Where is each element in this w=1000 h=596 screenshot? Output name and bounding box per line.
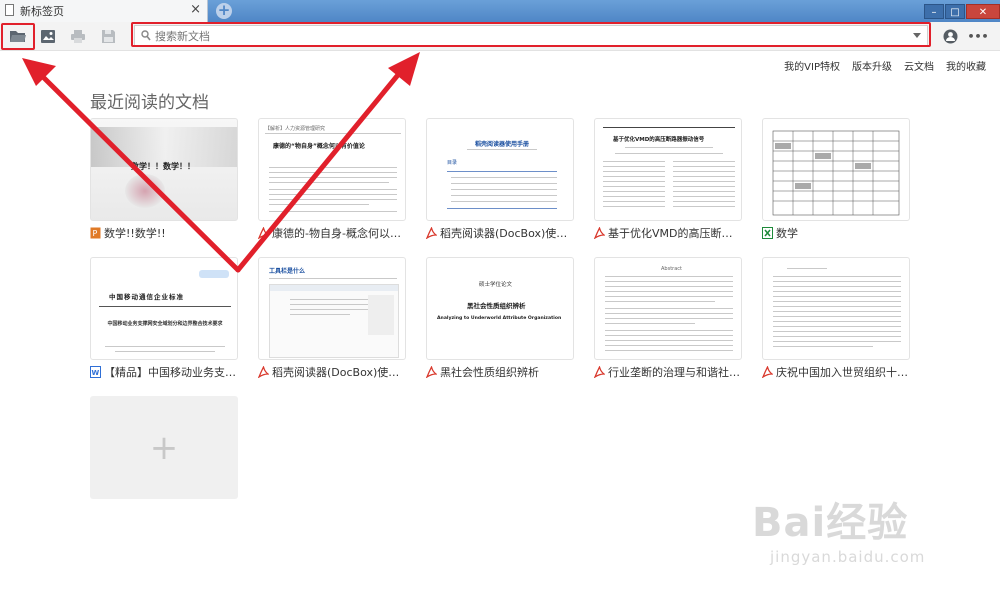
doc-card[interactable]: Abstract 行业垄断的治理与和谐社会的... [594,257,742,380]
save-button[interactable] [96,25,120,47]
link-vip[interactable]: 我的VIP特权 [784,62,840,73]
thumb-subtitle: 中国移动业务支撑网安全域划分和边界整合技术要求 [107,321,223,327]
china-mobile-logo [199,270,229,278]
thumb-header: Abstract [661,266,682,272]
doc-file-icon: W [90,366,101,378]
pdf-file-icon [426,365,438,379]
link-upgrade[interactable]: 版本升级 [852,62,892,73]
tab-close-icon[interactable]: × [190,2,201,17]
image-button[interactable] [36,25,60,47]
thumb-subtitle: 目录 [447,160,458,166]
doc-card[interactable]: 稻壳阅读器使用手册 目录 稻壳阅读器(DocBox)使用手... [426,118,574,241]
pdf-file-icon [426,226,438,240]
thumb-title: 康德的“物自身”概念何以有价值论 [273,143,365,150]
doc-card[interactable]: 基于优化VMD的高压断路器振动信号 基于优化VMD的高压断路器... [594,118,742,241]
thumb-header: 【解析】人力资源管理研究 [265,126,326,132]
account-button[interactable] [938,25,962,47]
section-title: 最近阅读的文档 [90,93,209,113]
pdf-file-icon [762,365,774,379]
user-icon [943,29,957,43]
doc-thumbnail[interactable]: 【解析】人力资源管理研究 康德的“物自身”概念何以有价值论 [258,118,406,221]
thumb-english-title: Analyzing to Underworld Attribute Organi… [437,316,562,321]
link-cloud-docs[interactable]: 云文档 [904,62,934,73]
doc-card[interactable]: 庆祝中国加入世贸组织十周年... [762,257,910,380]
watermark-url: jingyan.baidu.com [770,548,926,566]
svg-text:W: W [92,369,100,377]
pdf-file-icon [258,226,270,240]
doc-thumbnail[interactable] [762,257,910,360]
annotation-box-open [1,23,35,50]
doc-card[interactable]: 中国移动通信企业标准 中国移动业务支撑网安全域划分和边界整合技术要求 W 【精品… [90,257,238,380]
image-icon [41,29,55,43]
doc-thumbnail[interactable]: 数学！！数学！！ [90,118,238,221]
thumb-title: 数学！！数学！！ [131,162,195,171]
window-close-button[interactable]: ✕ [966,4,1000,19]
watermark-brand: Bai经验 [752,500,909,546]
doc-caption: 稻壳阅读器(DocBox)使用手... [426,225,574,241]
screenshot-preview [269,284,399,358]
doc-thumbnail[interactable]: 基于优化VMD的高压断路器振动信号 [594,118,742,221]
floppy-disk-icon [101,29,115,43]
doc-caption: 数学 [762,225,910,241]
link-favorites[interactable]: 我的收藏 [946,62,986,73]
spreadsheet-preview [772,130,900,216]
doc-caption: W 【精品】中国移动业务支撑网... [90,366,238,379]
thumb-title: 基于优化VMD的高压断路器振动信号 [613,137,705,143]
doc-card[interactable]: 【解析】人力资源管理研究 康德的“物自身”概念何以有价值论 康德的-物自身-概念… [258,118,406,241]
baidu-jingyan-watermark: Bai经验 jingyan.baidu.com [752,490,982,580]
title-bar: 新标签页 × + – □ ✕ [0,0,1000,22]
pdf-file-icon [594,365,606,379]
doc-thumbnail[interactable]: 硕士学位论文 黑社会性质组织辨析 Analyzing to Underworld… [426,257,574,360]
doc-caption: 庆祝中国加入世贸组织十周年... [762,364,910,380]
doc-card[interactable]: 工具栏是什么 稻壳阅读器(DocBox)使用手... [258,257,406,380]
thumb-title: 工具栏是什么 [269,268,306,275]
arrowhead-open [22,58,56,86]
new-tab-button[interactable]: + [216,3,232,19]
doc-thumbnail[interactable]: 稻壳阅读器使用手册 目录 [426,118,574,221]
printer-icon [71,29,85,43]
pdf-file-icon [258,365,270,379]
annotation-box-search [131,22,931,47]
page-icon [5,4,14,16]
doc-thumbnail[interactable] [762,118,910,221]
thumb-title: 中国移动通信企业标准 [109,293,184,301]
doc-caption: 康德的-物自身-概念何以有价... [258,225,406,241]
pdf-file-icon [594,226,606,240]
doc-caption: 行业垄断的治理与和谐社会的... [594,364,742,380]
doc-card[interactable]: 硕士学位论文 黑社会性质组织辨析 Analyzing to Underworld… [426,257,574,380]
tab-label: 新标签页 [20,5,64,18]
tab-new-page[interactable]: 新标签页 × [0,0,208,22]
arrowhead-search [388,52,420,86]
more-menu-button[interactable]: ••• [966,25,990,47]
minimize-button[interactable]: – [924,4,944,19]
doc-caption: 黑社会性质组织辨析 [426,364,574,380]
doc-card[interactable]: 数学 [762,118,910,241]
doc-thumbnail[interactable]: 中国移动通信企业标准 中国移动业务支撑网安全域划分和边界整合技术要求 [90,257,238,360]
doc-thumbnail[interactable]: 工具栏是什么 [258,257,406,360]
print-button[interactable] [66,25,90,47]
window-controls: – □ ✕ [923,0,1000,19]
doc-thumbnail[interactable]: Abstract [594,257,742,360]
doc-caption: 稻壳阅读器(DocBox)使用手... [258,364,406,380]
thumb-title: 黑社会性质组织辨析 [467,302,526,310]
maximize-button[interactable]: □ [945,4,965,19]
thumb-header: 硕士学位论文 [479,282,513,288]
xls-file-icon [762,227,773,239]
top-links: 我的VIP特权 版本升级 云文档 我的收藏 [772,58,986,73]
thumb-title: 稻壳阅读器使用手册 [475,141,530,148]
svg-text:P: P [93,229,98,238]
add-document-button[interactable]: + [90,396,238,499]
lotus-painting [125,174,165,208]
doc-caption: 基于优化VMD的高压断路器... [594,225,742,241]
doc-caption: P 数学!!数学!! [90,225,238,241]
doc-card[interactable]: 数学！！数学！！ P 数学!!数学!! [90,118,238,241]
ppt-file-icon: P [90,227,101,239]
